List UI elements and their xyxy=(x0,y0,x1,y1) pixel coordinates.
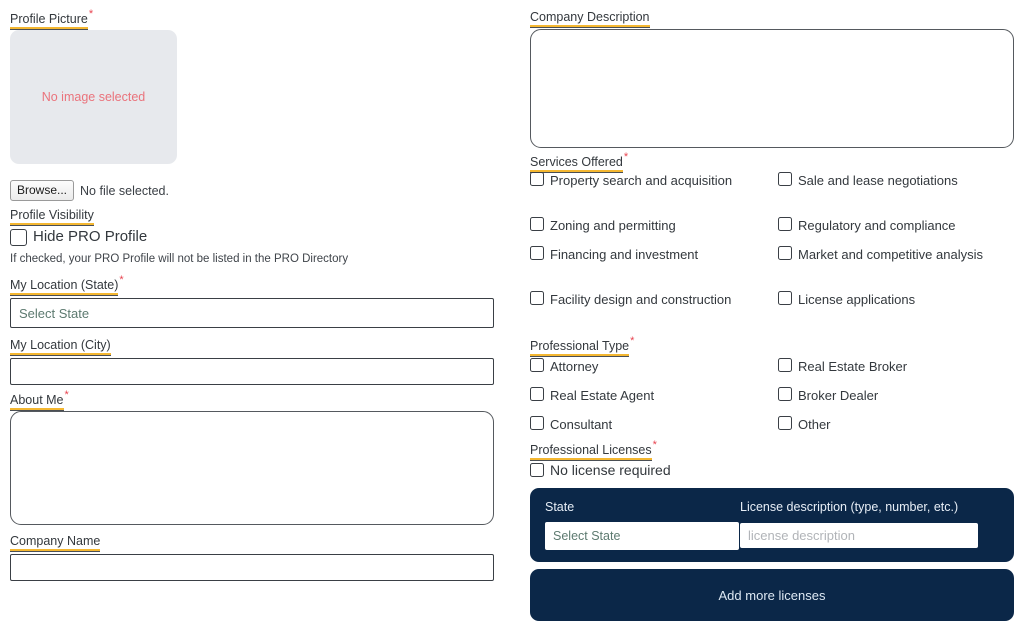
professional-type-label-4: Consultant xyxy=(550,417,613,432)
services-checkbox-1[interactable] xyxy=(778,172,792,186)
hide-pro-profile-checkbox-row[interactable]: Hide PRO Profile xyxy=(10,228,147,246)
company-description-label-row: Company Description xyxy=(530,9,650,28)
services-checkbox-0[interactable] xyxy=(530,172,544,186)
profile-picture-required-asterisk: * xyxy=(88,8,94,20)
professional-type-checkbox-0[interactable] xyxy=(530,358,544,372)
professional-type-checkbox-4[interactable] xyxy=(530,416,544,430)
license-description-label: License description (type, number, etc.) xyxy=(740,500,959,514)
services-label-0: Property search and acquisition xyxy=(550,173,733,188)
professional-type-checkbox-1[interactable] xyxy=(778,358,792,372)
professional-type-required-asterisk: * xyxy=(630,335,635,347)
services-label-5: Market and competitive analysis xyxy=(798,247,983,262)
professional-licenses-required-asterisk: * xyxy=(652,439,657,451)
profile-visibility-label: Profile Visibility xyxy=(10,208,94,226)
profile-picture-label: Profile Picture xyxy=(10,12,88,30)
professional-type-group: Attorney Real Estate Broker Real Estate … xyxy=(530,358,1014,438)
about-me-textarea[interactable] xyxy=(10,411,494,525)
profile-picture-empty-text: No image selected xyxy=(41,90,146,104)
professional-type-option-2[interactable]: Real Estate Agent xyxy=(530,387,760,404)
about-me-label: About Me xyxy=(10,393,64,411)
services-option-0[interactable]: Property search and acquisition xyxy=(530,172,760,189)
professional-licenses-label-row: Professional Licenses* xyxy=(530,439,657,461)
professional-type-option-1[interactable]: Real Estate Broker xyxy=(778,358,1014,375)
location-state-select[interactable]: Select State xyxy=(10,298,494,328)
about-me-label-row: About Me* xyxy=(10,389,69,411)
no-license-required-label: No license required xyxy=(550,462,671,478)
professional-type-label-2: Real Estate Agent xyxy=(550,388,655,403)
services-label-1: Sale and lease negotiations xyxy=(798,173,958,188)
services-offered-label-row: Services Offered* xyxy=(530,151,629,173)
browse-button[interactable]: Browse... xyxy=(10,180,75,201)
professional-type-option-3[interactable]: Broker Dealer xyxy=(778,387,1014,404)
location-state-required-asterisk: * xyxy=(119,274,124,286)
about-me-required-asterisk: * xyxy=(64,389,69,401)
hide-pro-profile-checkbox[interactable] xyxy=(10,228,27,246)
profile-picture-label-row: Profile Picture* xyxy=(10,8,94,30)
company-description-label: Company Description xyxy=(530,10,650,28)
services-label-2: Zoning and permitting xyxy=(550,218,676,233)
professional-type-option-0[interactable]: Attorney xyxy=(530,358,760,375)
services-option-3[interactable]: Regulatory and compliance xyxy=(778,217,1014,234)
services-offered-label: Services Offered xyxy=(530,155,623,173)
location-city-label: My Location (City) xyxy=(10,338,111,356)
profile-picture-preview[interactable]: No image selected xyxy=(10,30,177,164)
license-state-value: Select State xyxy=(553,529,621,543)
license-description-input[interactable] xyxy=(740,523,978,548)
services-option-5[interactable]: Market and competitive analysis xyxy=(778,246,983,263)
profile-visibility-label-row: Profile Visibility xyxy=(10,207,94,226)
location-state-label: My Location (State) xyxy=(10,278,119,296)
services-offered-group: Property search and acquisition Sale and… xyxy=(530,172,1014,307)
location-city-input[interactable] xyxy=(10,358,494,385)
services-label-3: Regulatory and compliance xyxy=(798,218,956,233)
services-label-7: License applications xyxy=(798,292,916,307)
professional-licenses-label: Professional Licenses xyxy=(530,443,652,461)
services-checkbox-6[interactable] xyxy=(530,291,544,305)
professional-type-checkbox-5[interactable] xyxy=(778,416,792,430)
hide-pro-profile-label: Hide PRO Profile xyxy=(33,228,148,245)
services-option-7[interactable]: License applications xyxy=(778,291,1014,308)
services-option-2[interactable]: Zoning and permitting xyxy=(530,217,760,234)
services-checkbox-3[interactable] xyxy=(778,217,792,231)
professional-type-option-4[interactable]: Consultant xyxy=(530,416,760,433)
services-checkbox-2[interactable] xyxy=(530,217,544,231)
professional-type-label-0: Attorney xyxy=(550,359,599,374)
company-description-textarea[interactable] xyxy=(530,29,1014,148)
file-status-text: No file selected. xyxy=(80,183,169,198)
services-label-6: Facility design and construction xyxy=(550,292,732,307)
profile-form-page: Profile Picture* No image selected Brows… xyxy=(0,0,1024,628)
services-offered-required-asterisk: * xyxy=(623,151,629,163)
add-more-licenses-button[interactable]: Add more licenses xyxy=(530,569,1014,621)
services-checkbox-4[interactable] xyxy=(530,246,544,260)
license-state-label: State xyxy=(545,500,575,514)
services-label-4: Financing and investment xyxy=(550,247,699,262)
no-license-required-row[interactable]: No license required xyxy=(530,462,671,478)
company-name-label-row: Company Name xyxy=(10,533,101,552)
professional-type-label-3: Broker Dealer xyxy=(798,388,879,403)
company-name-label: Company Name xyxy=(10,534,101,552)
professional-type-label: Professional Type xyxy=(530,339,630,357)
license-entry-panel: State Select State License description (… xyxy=(530,488,1014,562)
professional-type-checkbox-3[interactable] xyxy=(778,387,792,401)
professional-type-label-5: Other xyxy=(798,417,831,432)
location-state-label-row: My Location (State)* xyxy=(10,274,124,296)
profile-visibility-helper-text: If checked, your PRO Profile will not be… xyxy=(10,253,349,265)
license-state-select[interactable]: Select State xyxy=(545,522,739,550)
professional-type-label-row: Professional Type* xyxy=(530,335,635,357)
services-option-1[interactable]: Sale and lease negotiations xyxy=(778,172,1014,189)
services-checkbox-7[interactable] xyxy=(778,291,792,305)
services-option-4[interactable]: Financing and investment xyxy=(530,246,760,263)
no-license-required-checkbox[interactable] xyxy=(530,463,544,477)
company-name-input[interactable] xyxy=(10,554,494,581)
location-state-value: Select State xyxy=(19,305,90,321)
professional-type-option-5[interactable]: Other xyxy=(778,416,1014,433)
location-city-label-row: My Location (City) xyxy=(10,337,111,356)
services-checkbox-5[interactable] xyxy=(778,246,792,260)
professional-type-checkbox-2[interactable] xyxy=(530,387,544,401)
services-option-6[interactable]: Facility design and construction xyxy=(530,291,760,308)
professional-type-label-1: Real Estate Broker xyxy=(798,359,908,374)
profile-picture-file-input[interactable]: Browse... No file selected. xyxy=(10,180,169,201)
